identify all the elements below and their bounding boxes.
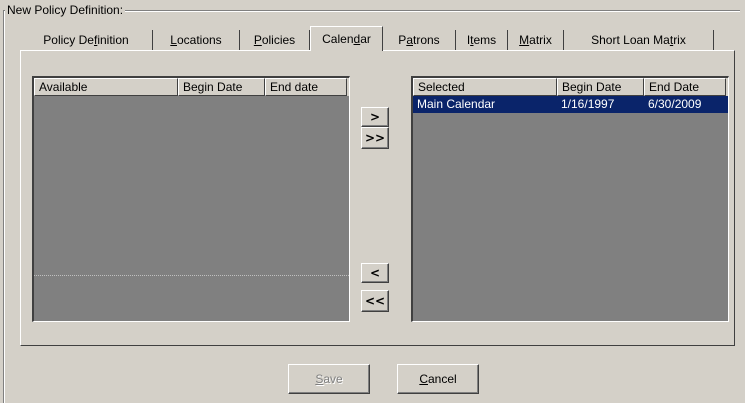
- tab-label: Calen: [322, 32, 354, 46]
- available-list-header: Available Begin Date End date: [34, 78, 349, 96]
- column-header-begin-date[interactable]: Begin Date: [557, 78, 644, 96]
- end-date-cell: 6/30/2009: [648, 97, 702, 111]
- tab-locations[interactable]: Locations: [153, 30, 240, 50]
- tab-label: atrix: [529, 33, 552, 47]
- remove-one-button[interactable]: <: [361, 263, 389, 283]
- add-one-button[interactable]: >: [361, 107, 389, 127]
- tab-policy-definition[interactable]: Policy Definition: [20, 30, 153, 50]
- add-all-button[interactable]: >>: [361, 127, 389, 149]
- tab-label: ems: [473, 33, 497, 47]
- tab-short-loan-matrix[interactable]: Short Loan Matrix: [564, 30, 714, 50]
- column-header-begin-date[interactable]: Begin Date: [178, 78, 265, 96]
- begin-date-cell: 1/16/1997: [561, 97, 615, 111]
- tab-accelerator: M: [519, 33, 530, 47]
- list-gridline: [34, 275, 349, 276]
- column-header-available[interactable]: Available: [34, 78, 178, 96]
- tab-label: Policy De: [43, 33, 94, 47]
- remove-all-button[interactable]: <<: [361, 290, 389, 312]
- available-list[interactable]: Available Begin Date End date: [32, 76, 350, 322]
- tab-accelerator: P: [253, 33, 262, 47]
- tab-calendar[interactable]: Calendar: [310, 26, 383, 51]
- save-label: ave: [323, 372, 343, 386]
- column-header-selected[interactable]: Selected: [413, 78, 557, 96]
- selected-list[interactable]: Selected Begin Date End Date Main Calend…: [411, 76, 729, 322]
- column-header-end-date[interactable]: End date: [265, 78, 347, 96]
- tab-label: rix: [673, 33, 686, 47]
- tab-label: ocations: [176, 33, 222, 47]
- tab-matrix[interactable]: Matrix: [508, 30, 564, 50]
- tab-label: trons: [413, 33, 440, 47]
- tab-label: Short Loan Ma: [591, 33, 670, 47]
- cancel-accelerator: C: [419, 372, 428, 386]
- tab-patrons[interactable]: Patrons: [383, 30, 456, 50]
- column-header-end-date[interactable]: End Date: [644, 78, 726, 96]
- tab-policies[interactable]: Policies: [240, 30, 310, 50]
- list-item-main-calendar[interactable]: Main Calendar 1/16/1997 6/30/2009: [413, 96, 728, 113]
- tab-label: olicies: [261, 33, 296, 47]
- calendar-name-cell: Main Calendar: [417, 97, 496, 111]
- tab-label: inition: [97, 33, 129, 47]
- cancel-button[interactable]: Cancel: [397, 364, 479, 394]
- tab-items[interactable]: Items: [456, 30, 508, 50]
- selected-list-header: Selected Begin Date End Date: [413, 78, 728, 96]
- tab-label: ar: [360, 32, 371, 46]
- tab-accelerator: a: [406, 33, 413, 47]
- group-title: New Policy Definition:: [5, 3, 126, 17]
- cancel-label: ancel: [427, 372, 457, 386]
- tab-accelerator: L: [170, 33, 177, 47]
- save-button[interactable]: Save: [288, 364, 370, 394]
